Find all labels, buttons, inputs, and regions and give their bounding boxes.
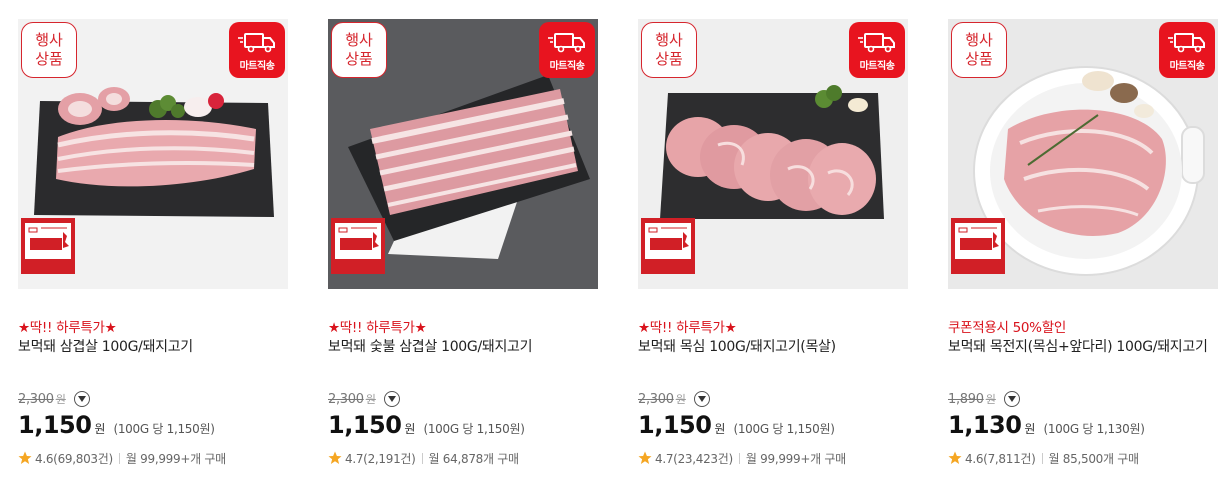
divider bbox=[421, 452, 423, 464]
purchase-count: 월 99,999+개 구매 bbox=[125, 451, 226, 466]
unit-price: (100G 당 1,150원) bbox=[733, 422, 835, 436]
event-badge: 행사 상품 bbox=[21, 22, 77, 78]
original-price-unit: 원 bbox=[365, 393, 376, 406]
price-row: 1,150 원 (100G 당 1,150원) bbox=[18, 411, 288, 443]
review-row: 4.7(23,423건) 월 99,999+개 구매 bbox=[638, 449, 908, 467]
brand-logo bbox=[951, 218, 1005, 274]
promo-text: 쿠폰적용시 50%할인 bbox=[948, 320, 1066, 336]
original-price: 2,300 bbox=[638, 391, 674, 407]
original-price-unit: 원 bbox=[55, 393, 66, 406]
divider bbox=[738, 452, 740, 464]
rating-text[interactable]: 4.6(69,803건) bbox=[35, 450, 113, 467]
star-icon bbox=[638, 451, 652, 464]
purchase-count: 월 85,500개 구매 bbox=[1048, 451, 1139, 466]
sale-price: 1,150 bbox=[18, 411, 92, 439]
rating-text[interactable]: 4.7(23,423건) bbox=[655, 450, 733, 467]
star-icon bbox=[328, 451, 342, 464]
chevron-down-icon bbox=[387, 396, 396, 402]
review-row: 4.6(69,803건) 월 99,999+개 구매 bbox=[18, 449, 288, 467]
rating-text[interactable]: 4.7(2,191건) bbox=[345, 450, 416, 467]
price-info-button[interactable] bbox=[693, 391, 710, 407]
star-icon bbox=[948, 451, 962, 464]
product-card[interactable]: 행사 상품 마트직송 ★딱!! 하루특가★ bbox=[638, 19, 908, 467]
price-unit: 원 bbox=[94, 422, 106, 436]
review-row: 4.7(2,191건) 월 64,878개 구매 bbox=[328, 449, 598, 467]
chevron-down-icon bbox=[77, 396, 86, 402]
product-image[interactable]: 행사 상품 마트직송 bbox=[638, 19, 908, 289]
price-row: 1,130 원 (100G 당 1,130원) bbox=[948, 411, 1218, 443]
product-image[interactable]: 행사 상품 마트직송 bbox=[18, 19, 288, 289]
original-price: 2,300 bbox=[18, 391, 54, 407]
product-name[interactable]: 보먹돼 삼겹살 100G/돼지고기 bbox=[18, 337, 288, 379]
product-card[interactable]: 행사 상품 마트직송 ★딱!! 하루특가★ bbox=[328, 19, 598, 467]
truck-icon bbox=[858, 32, 895, 52]
original-price-row: 2,300 원 bbox=[638, 389, 908, 409]
sale-price: 1,150 bbox=[328, 411, 402, 439]
price-row: 1,150 원 (100G 당 1,150원) bbox=[328, 411, 598, 443]
delivery-badge: 마트직송 bbox=[539, 22, 595, 78]
promo-text: ★딱!! 하루특가★ bbox=[328, 320, 427, 336]
divider bbox=[118, 452, 120, 464]
purchase-count: 월 99,999+개 구매 bbox=[745, 451, 846, 466]
product-grid: 행사 상품 마트직송 ★딱!! 하루특가★ 보먹돼 삼겹살 100G/돼지고기 … bbox=[0, 0, 1232, 485]
original-price-unit: 원 bbox=[675, 393, 686, 406]
brand-logo bbox=[641, 218, 695, 274]
original-price-unit: 원 bbox=[985, 393, 996, 406]
star-icon bbox=[18, 451, 32, 464]
unit-price: (100G 당 1,150원) bbox=[423, 422, 525, 436]
divider bbox=[1041, 452, 1043, 464]
unit-price: (100G 당 1,130원) bbox=[1043, 422, 1145, 436]
product-name[interactable]: 보먹돼 목심 100G/돼지고기(목살) bbox=[638, 337, 908, 379]
brand-logo bbox=[21, 218, 75, 274]
event-badge: 행사 상품 bbox=[331, 22, 387, 78]
truck-icon bbox=[238, 32, 275, 52]
promo-text: ★딱!! 하루특가★ bbox=[638, 320, 737, 336]
price-unit: 원 bbox=[714, 422, 726, 436]
delivery-label: 마트직송 bbox=[859, 60, 895, 72]
review-row: 4.6(7,811건) 월 85,500개 구매 bbox=[948, 449, 1218, 467]
purchase-count: 월 64,878개 구매 bbox=[428, 451, 519, 466]
event-badge: 행사 상품 bbox=[951, 22, 1007, 78]
delivery-label: 마트직송 bbox=[549, 60, 585, 72]
sale-price: 1,130 bbox=[948, 411, 1022, 439]
truck-icon bbox=[1168, 32, 1205, 52]
product-name[interactable]: 보먹돼 숯불 삼겹살 100G/돼지고기 bbox=[328, 337, 598, 379]
original-price-row: 2,300 원 bbox=[328, 389, 598, 409]
delivery-label: 마트직송 bbox=[239, 60, 275, 72]
product-image[interactable]: 행사 상품 마트직송 bbox=[328, 19, 598, 289]
brand-logo bbox=[331, 218, 385, 274]
product-card[interactable]: 행사 상품 마트직송 쿠폰적용시 50%할인 보먹돼 목전지(목심+앞다리) 1… bbox=[948, 19, 1218, 467]
price-info-button[interactable] bbox=[383, 391, 400, 407]
truck-icon bbox=[548, 32, 585, 52]
product-card[interactable]: 행사 상품 마트직송 ★딱!! 하루특가★ bbox=[18, 19, 288, 467]
delivery-badge: 마트직송 bbox=[1159, 22, 1215, 78]
delivery-badge: 마트직송 bbox=[849, 22, 905, 78]
price-info-button[interactable] bbox=[73, 391, 90, 407]
price-unit: 원 bbox=[404, 422, 416, 436]
promo-text: ★딱!! 하루특가★ bbox=[18, 320, 117, 336]
product-image[interactable]: 행사 상품 마트직송 bbox=[948, 19, 1218, 289]
event-badge: 행사 상품 bbox=[641, 22, 697, 78]
delivery-badge: 마트직송 bbox=[229, 22, 285, 78]
chevron-down-icon bbox=[1007, 396, 1016, 402]
original-price: 1,890 bbox=[948, 391, 984, 407]
sale-price: 1,150 bbox=[638, 411, 712, 439]
original-price: 2,300 bbox=[328, 391, 364, 407]
original-price-row: 1,890 원 bbox=[948, 389, 1218, 409]
price-info-button[interactable] bbox=[1003, 391, 1020, 407]
product-name[interactable]: 보먹돼 목전지(목심+앞다리) 100G/돼지고기 bbox=[948, 337, 1218, 379]
price-unit: 원 bbox=[1024, 422, 1036, 436]
chevron-down-icon bbox=[697, 396, 706, 402]
price-row: 1,150 원 (100G 당 1,150원) bbox=[638, 411, 908, 443]
rating-text[interactable]: 4.6(7,811건) bbox=[965, 450, 1036, 467]
delivery-label: 마트직송 bbox=[1169, 60, 1205, 72]
original-price-row: 2,300 원 bbox=[18, 389, 288, 409]
unit-price: (100G 당 1,150원) bbox=[113, 422, 215, 436]
